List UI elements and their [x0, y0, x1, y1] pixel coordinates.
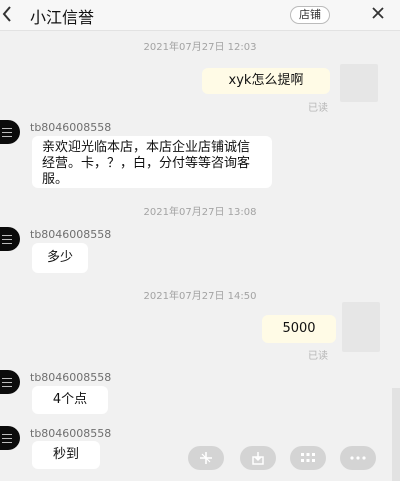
avatar [0, 370, 20, 394]
avatar [0, 227, 20, 251]
sparkle-icon[interactable] [188, 446, 224, 470]
message-bubble-mine[interactable]: 5000 [262, 315, 336, 343]
download-tray-icon [252, 452, 264, 465]
message-bubble-merchant[interactable]: 秒到 [32, 441, 100, 469]
message-bubble-mine[interactable]: xyk怎么提啊 [202, 68, 330, 94]
avatar [0, 120, 20, 144]
sender-name: tb8046008558 [30, 121, 112, 134]
timestamp: 2021年07月27日 14:50 [143, 291, 257, 302]
sender-name: tb8046008558 [30, 371, 112, 384]
download-tray-icon[interactable] [240, 446, 276, 470]
message-bubble-merchant[interactable]: 多少 [32, 243, 88, 273]
my-avatar [342, 302, 380, 352]
more-dots-icon[interactable] [340, 446, 376, 470]
sparkle-icon [200, 452, 212, 464]
message-bubble-merchant[interactable]: 4个点 [32, 386, 108, 414]
my-avatar [340, 64, 378, 102]
shop-button[interactable]: 店铺 [290, 6, 330, 24]
chat-title: 小江信誉 [30, 8, 95, 27]
read-status: 已读 [308, 103, 328, 114]
read-status: 已读 [308, 351, 328, 362]
chat-header: 小江信誉 店铺 [0, 0, 400, 31]
timestamp: 2021年07月27日 13:08 [143, 207, 257, 218]
back-arrow-icon[interactable] [2, 5, 12, 23]
close-icon[interactable] [371, 6, 385, 20]
grid-icon[interactable] [290, 446, 326, 470]
avatar [0, 426, 20, 450]
message-bubble-merchant[interactable]: 亲欢迎光临本店，本店企业店铺诚信经营。卡，？，白，分付等等咨询客服。 [32, 136, 272, 188]
timestamp: 2021年07月27日 12:03 [143, 42, 257, 53]
scroll-rail [392, 388, 400, 481]
sender-name: tb8046008558 [30, 427, 112, 440]
sender-name: tb8046008558 [30, 228, 112, 241]
grid-icon [301, 453, 315, 462]
more-dots-icon [350, 456, 366, 460]
